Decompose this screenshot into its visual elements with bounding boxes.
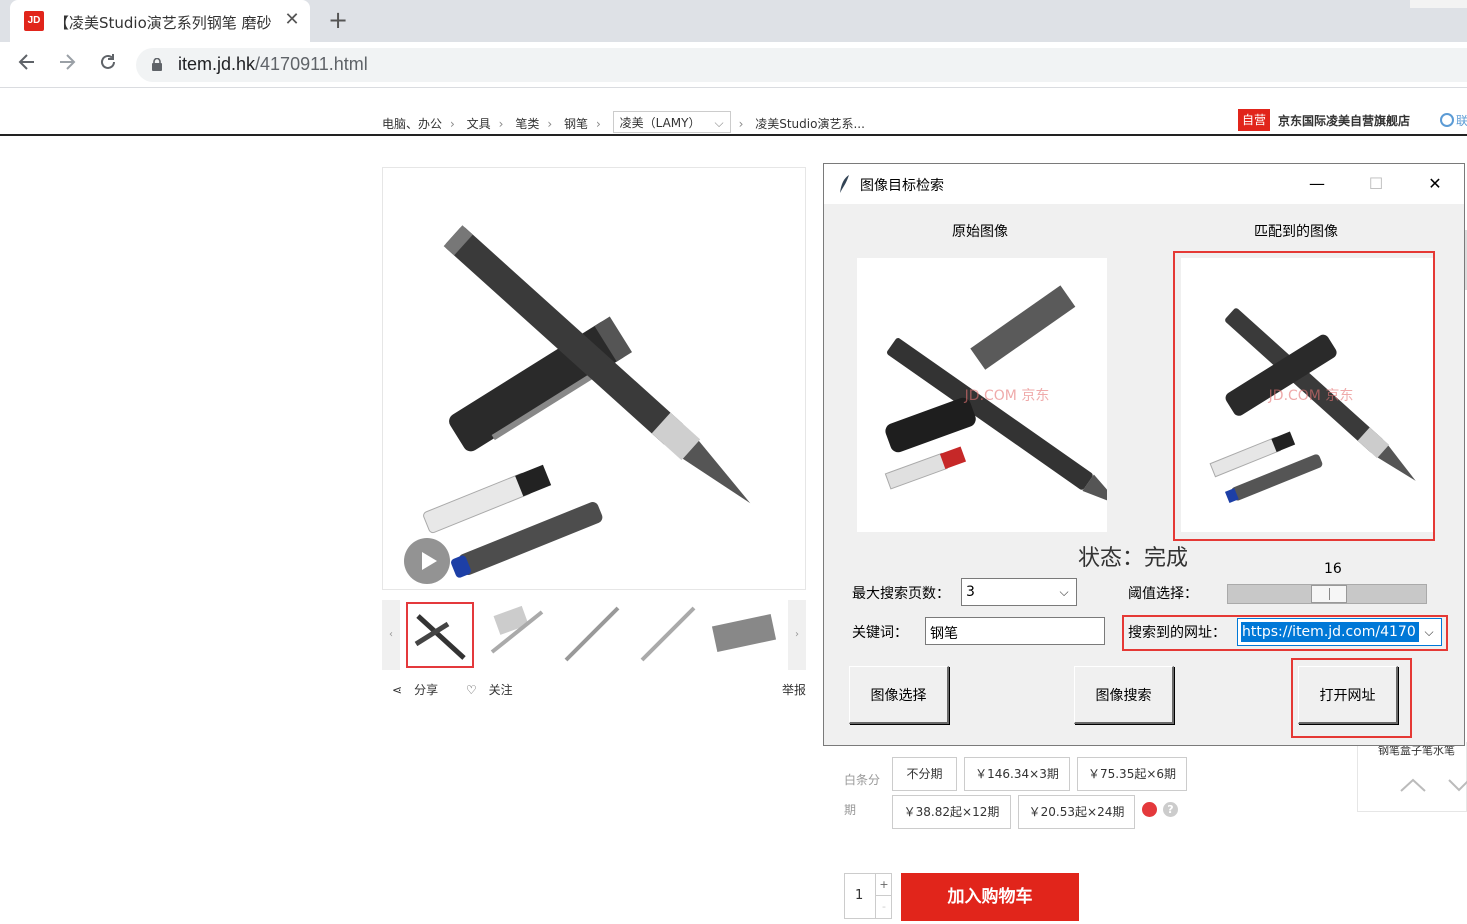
threshold-label: 阈值选择： <box>1128 586 1198 602</box>
thumbnail[interactable] <box>406 602 474 668</box>
open-button-highlight <box>1291 658 1412 738</box>
share-icon: ⋖ <box>392 683 403 697</box>
image-search-button[interactable]: 图像搜索 <box>1074 666 1174 724</box>
fountain-pen-image <box>423 225 751 578</box>
thumbnail[interactable] <box>710 602 778 668</box>
browser-toolbar: item.jd.hk/4170911.html <box>0 42 1467 88</box>
side-recommend-panel: 钢笔盒子笔水笔 <box>1357 742 1467 812</box>
chevron-right-icon: › <box>498 116 504 131</box>
quantity-stepper[interactable]: 1 + - <box>844 873 892 919</box>
heart-icon: ♡ <box>465 683 477 697</box>
thumbnail[interactable] <box>558 602 626 668</box>
close-tab-icon[interactable]: ✕ <box>282 10 302 30</box>
url-label: 搜索到的网址： <box>1128 625 1226 641</box>
threshold-slider-handle[interactable] <box>1311 585 1347 603</box>
chevron-down-icon[interactable]: ⌵ <box>1054 581 1074 603</box>
chevron-right-icon: › <box>450 116 455 131</box>
threshold-slider[interactable] <box>1227 584 1427 604</box>
reload-icon[interactable] <box>95 52 121 78</box>
thumb-next-arrow-icon[interactable]: › <box>788 600 806 670</box>
product-main-image[interactable] <box>382 167 806 590</box>
forward-arrow-icon[interactable] <box>54 52 80 78</box>
brand-dropdown[interactable]: 凌美（LAMY） ⌵ <box>612 111 731 133</box>
maximize-icon[interactable]: ☐ <box>1361 172 1391 196</box>
thumb-prev-arrow-icon[interactable]: ‹ <box>382 600 400 670</box>
add-to-cart-button[interactable]: 加入购物车 <box>901 873 1079 921</box>
installment-option[interactable]: ￥75.35起×6期 <box>1077 757 1187 791</box>
close-window-icon[interactable]: ✕ <box>1420 172 1450 196</box>
quantity-value[interactable]: 1 <box>855 888 863 903</box>
quantity-minus-button[interactable]: - <box>875 896 892 918</box>
url-text: item.jd.hk/4170911.html <box>178 54 368 74</box>
shop-name[interactable]: 京东国际凌美自营旗舰店 <box>1278 112 1410 129</box>
url-combobox[interactable]: https://item.jd.com/4170 ⌵ <box>1237 618 1442 646</box>
breadcrumb-item[interactable]: 电脑、办公 <box>382 115 442 132</box>
matched-image-label: 匹配到的图像 <box>1254 224 1338 240</box>
jd-favicon-icon: JD <box>24 11 44 31</box>
header-divider <box>0 134 1467 136</box>
installment-option[interactable]: ￥38.82起×12期 <box>892 795 1011 829</box>
thumbnail[interactable] <box>482 602 550 668</box>
chevron-right-icon: › <box>547 116 553 131</box>
tabbar-edge <box>1410 0 1467 8</box>
chevron-up-icon[interactable] <box>1398 776 1428 794</box>
window-titlebar[interactable]: 图像目标检索 — ☐ ✕ <box>824 164 1464 204</box>
keyword-input[interactable]: 钢笔 <box>925 617 1105 645</box>
minimize-icon[interactable]: — <box>1302 172 1332 196</box>
lock-icon <box>152 58 162 71</box>
address-bar[interactable]: item.jd.hk/4170911.html <box>136 48 1467 82</box>
url-value[interactable]: https://item.jd.com/4170 <box>1241 622 1419 642</box>
feather-icon <box>840 175 849 193</box>
status-text: 状态：完成 <box>1078 546 1189 571</box>
chevron-right-icon: › <box>738 116 744 131</box>
contact-label[interactable]: 联 <box>1456 112 1467 129</box>
max-pages-combobox[interactable]: 3 ⌵ <box>961 578 1077 606</box>
max-pages-label: 最大搜索页数： <box>852 586 950 602</box>
breadcrumb: 电脑、办公 › 文具 › 笔类 › 钢笔 › 凌美（LAMY） ⌵ › 凌美Studio演艺… <box>382 111 865 133</box>
chevron-down-icon[interactable]: ⌵ <box>1419 621 1439 643</box>
share-label: 分享 <box>414 683 439 697</box>
report-link[interactable]: 举报 <box>782 681 806 698</box>
installment-option[interactable]: 不分期 <box>892 757 957 791</box>
max-pages-value: 3 <box>966 584 975 600</box>
original-image-label: 原始图像 <box>952 224 1008 240</box>
quantity-plus-button[interactable]: + <box>875 874 892 896</box>
original-image: JD.COM 京东 <box>857 258 1121 532</box>
new-tab-button[interactable]: + <box>326 8 350 32</box>
breadcrumb-item[interactable]: 钢笔 <box>564 115 588 132</box>
play-video-button[interactable] <box>404 538 450 584</box>
window-title: 图像目标检索 <box>860 178 944 194</box>
chevron-down-icon: ⌵ <box>714 115 724 130</box>
follow-link[interactable]: ♡ 关注 <box>466 683 525 697</box>
keyword-value: 钢笔 <box>930 626 958 642</box>
brand-label: 凌美（LAMY） <box>619 115 701 130</box>
installment-option[interactable]: ￥146.34×3期 <box>964 757 1070 791</box>
image-select-button[interactable]: 图像选择 <box>849 666 949 724</box>
share-follow-row: ⋖ 分享 ♡ 关注 <box>392 681 537 698</box>
threshold-value: 16 <box>1324 561 1342 577</box>
installment-option[interactable]: ￥20.53起×24期 <box>1018 795 1135 829</box>
promo-icon[interactable] <box>1142 802 1157 817</box>
thumbnail-strip: ‹ › <box>382 600 806 670</box>
image-search-window: 图像目标检索 — ☐ ✕ 原始图像 匹配到的图像 JD.COM 京东 JD.CO… <box>823 163 1465 746</box>
back-arrow-icon[interactable] <box>14 52 40 78</box>
browser-tab-bar: JD 【凌美Studio演艺系列钢笔 磨砂 ✕ + <box>0 0 1467 42</box>
breadcrumb-item[interactable]: 文具 <box>467 115 491 132</box>
chat-icon[interactable] <box>1440 113 1454 127</box>
installment-label: 白条分期 <box>844 773 881 817</box>
self-operated-badge: 自营 <box>1238 109 1270 131</box>
share-link[interactable]: ⋖ 分享 <box>392 683 450 697</box>
help-icon[interactable]: ? <box>1163 802 1178 817</box>
tab-title: 【凌美Studio演艺系列钢笔 磨砂 <box>54 14 272 32</box>
thumbnail[interactable] <box>634 602 702 668</box>
chevron-right-icon: › <box>595 116 601 131</box>
jd-watermark: JD.COM 京东 <box>964 388 1050 404</box>
breadcrumb-item[interactable]: 笔类 <box>515 115 539 132</box>
matched-image-highlight <box>1173 251 1435 541</box>
browser-tab[interactable]: JD 【凌美Studio演艺系列钢笔 磨砂 ✕ <box>10 0 310 42</box>
keyword-label: 关键词： <box>852 625 908 641</box>
follow-label: 关注 <box>488 683 513 697</box>
chevron-down-icon[interactable] <box>1446 776 1467 794</box>
breadcrumb-product: 凌美Studio演艺系... <box>755 117 865 131</box>
